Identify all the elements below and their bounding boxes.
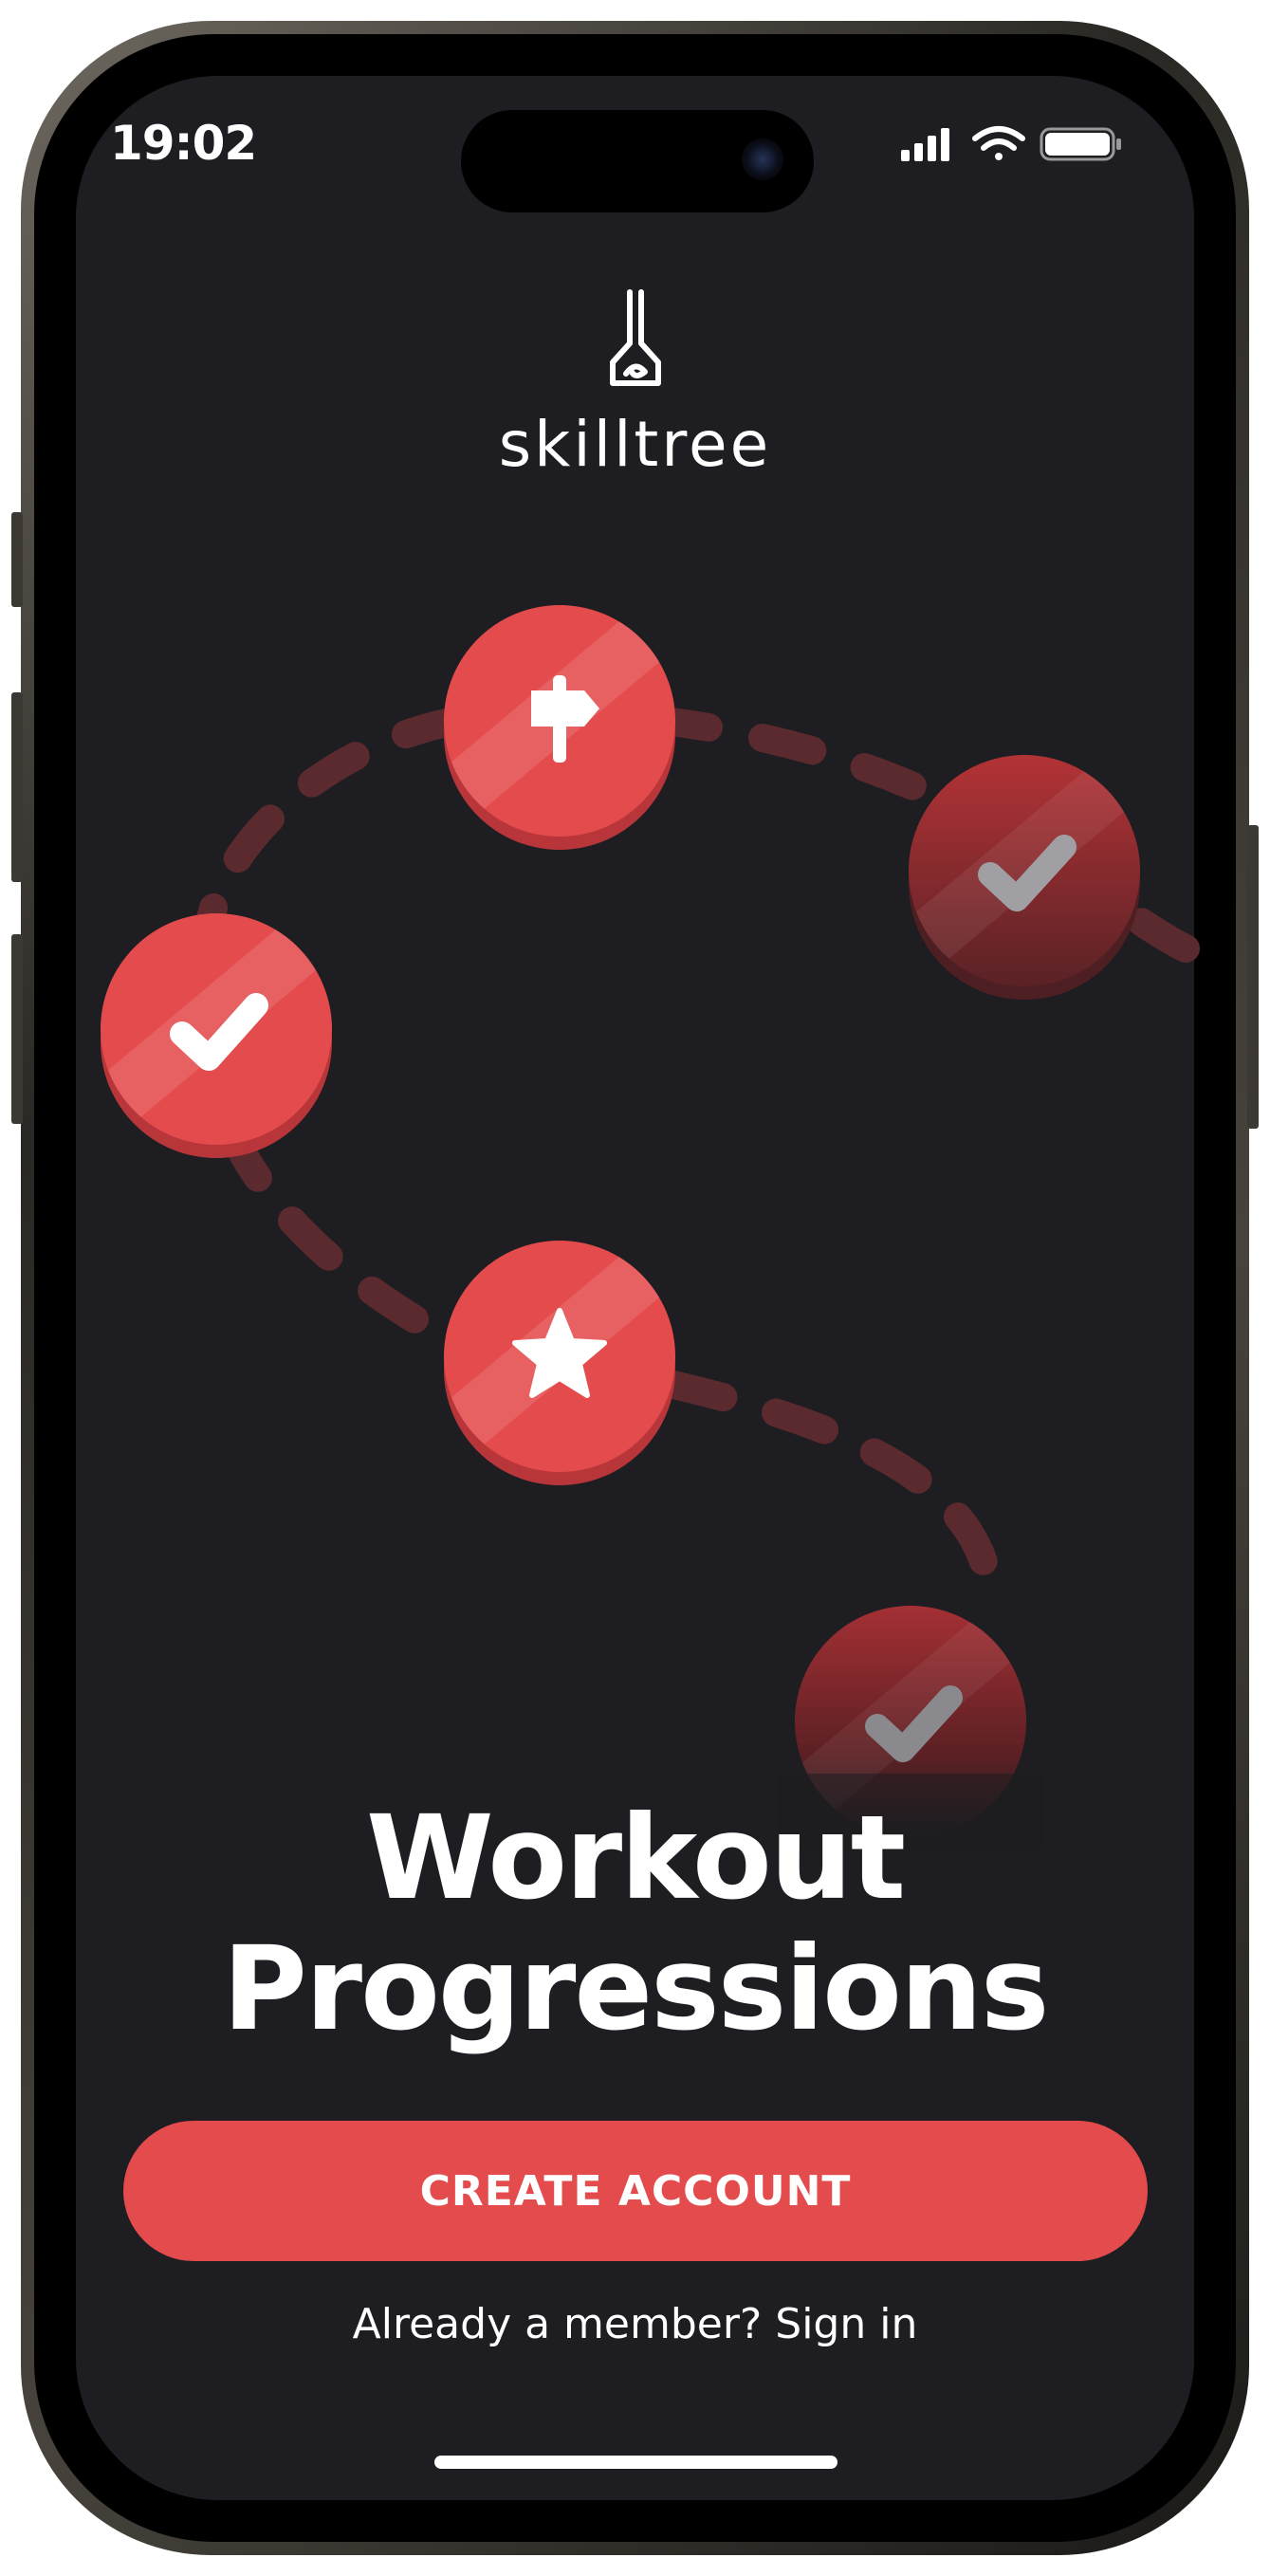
create-account-button[interactable]: CREATE ACCOUNT [123,2121,1148,2261]
home-indicator[interactable] [434,2456,837,2469]
hero-node-star [444,1241,675,1485]
hero-node-check-done [101,913,332,1158]
sign-in-link[interactable]: Already a member? Sign in [0,2300,1270,2348]
hero-node-signpost [444,605,675,850]
headline-line-2: Progressions [222,1922,1050,2056]
headline-line-1: Workout [365,1791,906,1925]
